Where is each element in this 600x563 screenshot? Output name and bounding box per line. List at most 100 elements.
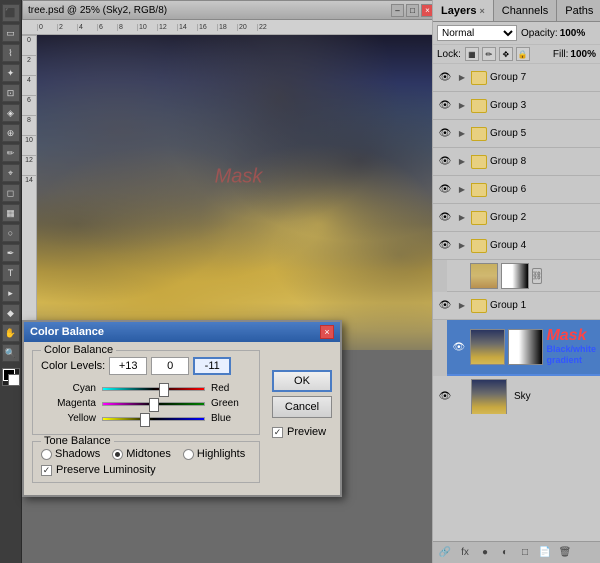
tool-path-select[interactable]: ▸ bbox=[2, 284, 20, 302]
visibility-icon[interactable]: 👁 bbox=[437, 154, 453, 170]
preview-checkbox[interactable] bbox=[272, 427, 283, 438]
tool-eraser[interactable]: ◻ bbox=[2, 184, 20, 202]
tool-pen[interactable]: ✒ bbox=[2, 244, 20, 262]
expand-icon[interactable]: ▶ bbox=[456, 72, 468, 84]
layer-group4-content[interactable]: ⛓ bbox=[447, 260, 600, 292]
fill-label: Fill: bbox=[553, 49, 569, 60]
minimize-btn[interactable]: – bbox=[391, 4, 404, 17]
blend-mode-select[interactable]: Normal Multiply Screen Overlay bbox=[437, 25, 517, 41]
tool-zoom[interactable]: 🔍 bbox=[2, 344, 20, 362]
expand-icon[interactable]: ▶ bbox=[456, 128, 468, 140]
color-levels-row: Color Levels: bbox=[41, 357, 251, 375]
tool-wand[interactable]: ✦ bbox=[2, 64, 20, 82]
visibility-icon[interactable]: 👁 bbox=[437, 210, 453, 226]
visibility-icon[interactable]: 👁 bbox=[437, 182, 453, 198]
layer-name: Group 8 bbox=[490, 156, 596, 167]
tool-gradient[interactable]: ▦ bbox=[2, 204, 20, 222]
tool-select[interactable]: ▭ bbox=[2, 24, 20, 42]
layer-group4[interactable]: 👁 ▶ Group 4 bbox=[433, 232, 600, 260]
layers-list[interactable]: 👁 ▶ Group 7 👁 ▶ Group 3 👁 ▶ Group 5 👁 ▶ bbox=[433, 64, 600, 414]
ok-button[interactable]: OK bbox=[272, 370, 332, 392]
tab-channels[interactable]: Channels bbox=[494, 0, 557, 21]
expand-icon[interactable]: ▶ bbox=[456, 156, 468, 168]
dialog-close-btn[interactable]: × bbox=[320, 325, 334, 339]
tab-layers-close[interactable]: × bbox=[479, 6, 484, 16]
visibility-icon[interactable]: 👁 bbox=[437, 389, 453, 405]
new-layer-btn[interactable]: 📄 bbox=[537, 545, 553, 561]
expand-icon[interactable]: ▶ bbox=[456, 100, 468, 112]
level3-input[interactable] bbox=[193, 357, 231, 375]
preserve-luminosity-row[interactable]: Preserve Luminosity bbox=[41, 464, 251, 476]
visibility-icon[interactable]: 👁 bbox=[437, 298, 453, 314]
layer-group1[interactable]: 👁 ▶ Group 1 bbox=[433, 292, 600, 320]
lock-transparent-btn[interactable]: ▦ bbox=[465, 47, 479, 61]
tool-hand[interactable]: ✋ bbox=[2, 324, 20, 342]
dialog-title: Color Balance bbox=[30, 326, 104, 338]
highlights-label: Highlights bbox=[197, 448, 245, 460]
tool-heal[interactable]: ⊕ bbox=[2, 124, 20, 142]
expand-icon[interactable]: ▶ bbox=[456, 300, 468, 312]
v-ruler-mark: 12 bbox=[22, 155, 36, 175]
lock-position-btn[interactable]: ✥ bbox=[499, 47, 513, 61]
lock-icons: ▦ ✏ ✥ 🔒 bbox=[465, 47, 530, 61]
left-toolbar: ⬛ ▭ ⌇ ✦ ⊡ ◈ ⊕ ✏ ⌖ ◻ ▦ ○ ✒ T ▸ ◆ ✋ 🔍 bbox=[0, 0, 22, 563]
layer-sky2-selected[interactable]: 👁 Mask Black/white gradient bbox=[447, 320, 600, 376]
expand-icon[interactable]: ▶ bbox=[456, 212, 468, 224]
layer-group3[interactable]: 👁 ▶ Group 3 bbox=[433, 92, 600, 120]
add-mask-btn[interactable]: ● bbox=[477, 545, 493, 561]
midtones-label: Midtones bbox=[126, 448, 171, 460]
visibility-icon[interactable]: 👁 bbox=[437, 238, 453, 254]
new-group-btn[interactable]: □ bbox=[517, 545, 533, 561]
highlights-option[interactable]: Highlights bbox=[183, 448, 245, 460]
magenta-green-slider[interactable] bbox=[102, 402, 205, 406]
effects-btn[interactable]: fx bbox=[457, 545, 473, 561]
layer-group2[interactable]: 👁 ▶ Group 2 bbox=[433, 204, 600, 232]
level1-input[interactable] bbox=[109, 357, 147, 375]
panel-bottom: 🔗 fx ● ◐ □ 📄 🗑 bbox=[433, 541, 600, 563]
link-layers-btn[interactable]: 🔗 bbox=[437, 545, 453, 561]
delete-layer-btn[interactable]: 🗑 bbox=[557, 545, 573, 561]
layer-sky[interactable]: 👁 Sky bbox=[433, 376, 600, 414]
layer-group6[interactable]: 👁 ▶ Group 6 bbox=[433, 176, 600, 204]
visibility-icon[interactable]: 👁 bbox=[451, 339, 467, 355]
tool-dodge[interactable]: ○ bbox=[2, 224, 20, 242]
tool-shape[interactable]: ◆ bbox=[2, 304, 20, 322]
cyan-red-slider[interactable] bbox=[102, 387, 205, 391]
ruler-mark: 8 bbox=[117, 24, 137, 31]
level2-input[interactable] bbox=[151, 357, 189, 375]
tool-clone[interactable]: ⌖ bbox=[2, 164, 20, 182]
tool-text[interactable]: T bbox=[2, 264, 20, 282]
midtones-radio[interactable] bbox=[112, 449, 123, 460]
maximize-btn[interactable]: □ bbox=[406, 4, 419, 17]
visibility-icon[interactable]: 👁 bbox=[437, 126, 453, 142]
visibility-icon[interactable]: 👁 bbox=[437, 98, 453, 114]
tool-move[interactable]: ⬛ bbox=[2, 4, 20, 22]
shadows-option[interactable]: Shadows bbox=[41, 448, 100, 460]
expand-icon[interactable]: ▶ bbox=[456, 240, 468, 252]
lock-all-btn[interactable]: 🔒 bbox=[516, 47, 530, 61]
opacity-value: 100% bbox=[560, 28, 586, 39]
layer-group7[interactable]: 👁 ▶ Group 7 bbox=[433, 64, 600, 92]
midtones-option[interactable]: Midtones bbox=[112, 448, 171, 460]
tab-paths[interactable]: Paths bbox=[557, 0, 600, 21]
cancel-button[interactable]: Cancel bbox=[272, 396, 332, 418]
layer-group8[interactable]: 👁 ▶ Group 8 bbox=[433, 148, 600, 176]
layer-group5[interactable]: 👁 ▶ Group 5 bbox=[433, 120, 600, 148]
tool-lasso[interactable]: ⌇ bbox=[2, 44, 20, 62]
visibility-icon[interactable]: 👁 bbox=[437, 70, 453, 86]
tool-brush[interactable]: ✏ bbox=[2, 144, 20, 162]
tool-eyedropper[interactable]: ◈ bbox=[2, 104, 20, 122]
shadows-radio[interactable] bbox=[41, 449, 52, 460]
visibility-icon[interactable] bbox=[451, 268, 467, 284]
add-adjustment-btn[interactable]: ◐ bbox=[497, 545, 513, 561]
lock-paint-btn[interactable]: ✏ bbox=[482, 47, 496, 61]
canvas-image-area[interactable]: Mask bbox=[37, 35, 440, 350]
folder-icon bbox=[471, 99, 487, 113]
tab-layers[interactable]: Layers × bbox=[433, 0, 494, 21]
tool-crop[interactable]: ⊡ bbox=[2, 84, 20, 102]
expand-icon[interactable]: ▶ bbox=[456, 184, 468, 196]
yellow-blue-slider[interactable] bbox=[102, 417, 205, 421]
highlights-radio[interactable] bbox=[183, 449, 194, 460]
preserve-checkbox[interactable] bbox=[41, 465, 52, 476]
chain-link-icon: ⛓ bbox=[532, 268, 542, 284]
